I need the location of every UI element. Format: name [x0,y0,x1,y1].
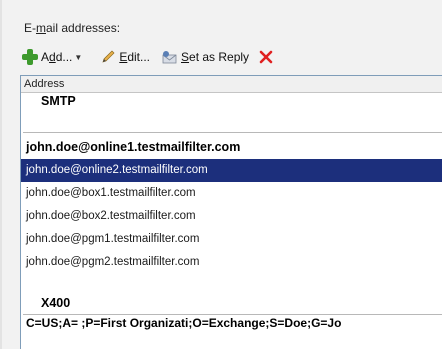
set-as-reply-button[interactable]: Set as Reply [160,49,249,65]
add-button[interactable]: Add... ▼ [22,49,90,65]
address-toolbar: Add... ▼ Edit... Set as Reply [22,47,283,67]
reply-label-accesskey: S [181,50,190,64]
delete-button[interactable] [259,50,273,64]
list-item[interactable]: john.doe@online1.testmailfilter.com [21,136,442,159]
group-header-x400: X400 [41,296,71,310]
chevron-down-icon[interactable]: ▼ [74,53,82,62]
plus-icon [22,49,38,65]
list-item[interactable]: john.doe@box1.testmailfilter.com [21,182,442,205]
email-addresses-panel: E-mail addresses: Add... ▼ Edit... Set a… [0,0,442,349]
caption-rest: ail addresses: [46,21,121,35]
add-label-pre: A [41,50,50,64]
list-item-selected[interactable]: john.doe@online2.testmailfilter.com [21,159,442,182]
group-divider [23,314,442,315]
set-as-reply-label: Set as Reply [181,50,249,64]
smtp-address-rows: john.doe@online1.testmailfilter.com john… [21,136,442,274]
caption-prefix: E- [24,21,36,35]
list-item[interactable]: C=US;A= ;P=First Organizati;O=Exchange;S… [26,316,341,330]
delete-x-icon [259,50,273,64]
caption-accesskey: m [36,21,46,35]
group-divider [23,132,442,133]
edit-button-label: Edit... [119,50,150,64]
email-addresses-label: E-mail addresses: [24,21,120,35]
list-item[interactable]: john.doe@pgm1.testmailfilter.com [21,228,442,251]
list-item[interactable]: john.doe@box2.testmailfilter.com [21,205,442,228]
reply-label-post: et as Reply [189,50,250,64]
reply-address-icon [160,49,178,65]
add-label-post: d... [55,50,73,64]
list-item[interactable]: john.doe@pgm2.testmailfilter.com [21,251,442,274]
edit-button[interactable]: Edit... [100,49,150,65]
add-label-accesskey: d [49,50,56,64]
pencil-icon [100,49,116,65]
email-address-list[interactable]: Address SMTP john.doe@online1.testmailfi… [20,75,442,349]
edit-label-post: dit... [127,50,151,64]
column-header-address[interactable]: Address [21,76,442,93]
group-header-smtp: SMTP [41,94,76,108]
add-button-label: Add... [41,50,72,64]
